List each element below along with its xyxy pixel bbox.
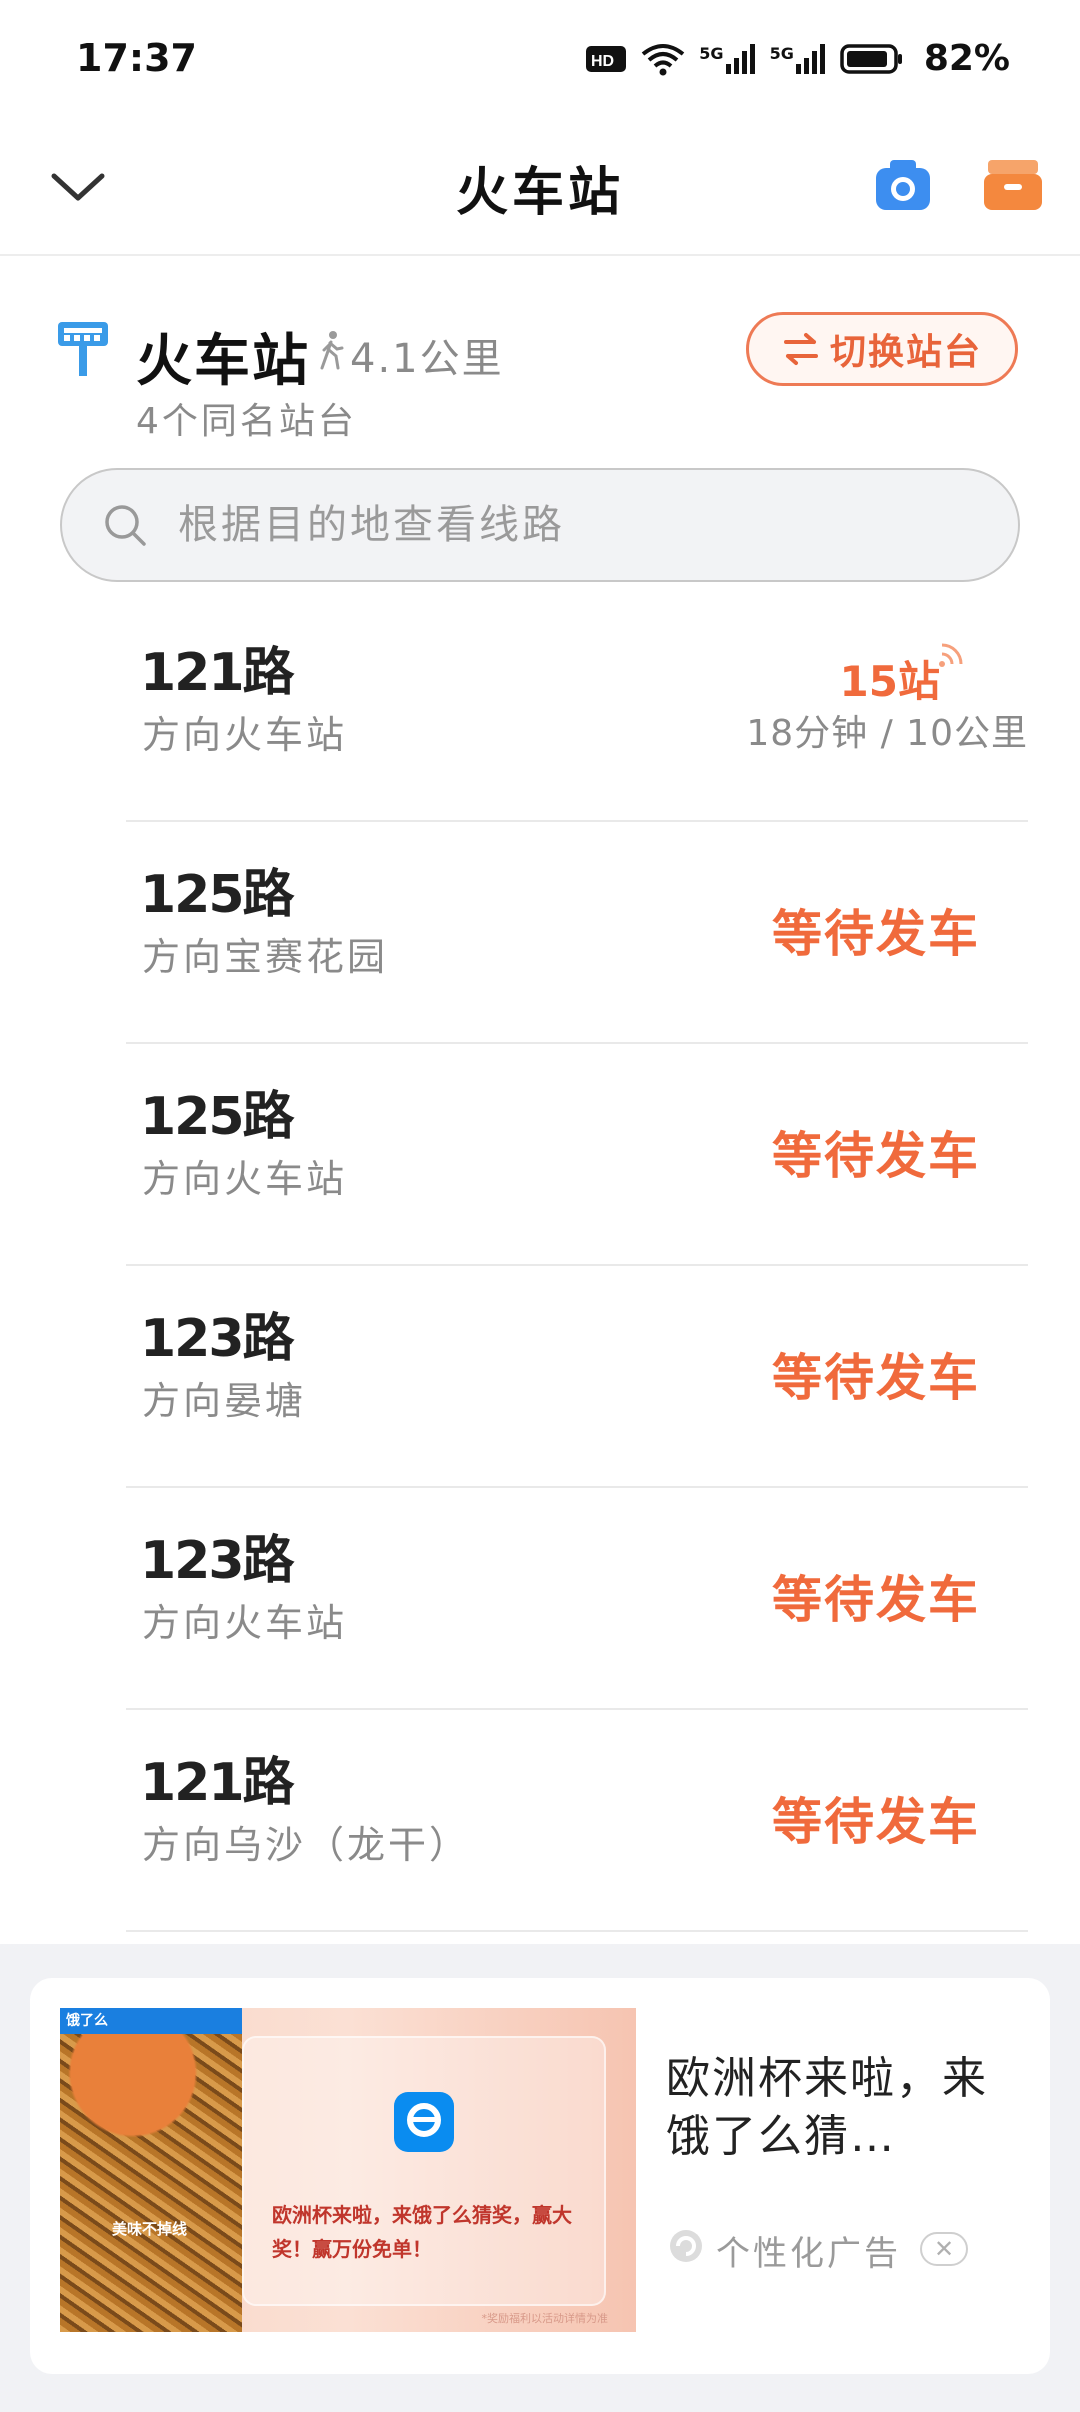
inbox-icon[interactable] [982,154,1044,216]
network-label: 5G [769,43,794,63]
route-row[interactable]: 121路 方向乌沙（龙干） 等待发车 [126,1710,1028,1932]
station-platform-count: 4个同名站台 [136,401,357,442]
route-row[interactable]: 121路 方向火车站 15站 18分钟 / 10公里 [126,600,1028,822]
walk-icon [320,331,344,370]
station-name: 火车站 [136,329,310,394]
route-name: 121路 [140,643,295,703]
signal-bars-icon [725,43,755,74]
app-logo-icon [394,2092,454,2152]
wifi-icon [642,43,685,75]
bus-stop-icon [58,322,108,376]
route-direction: 方向晏塘 [142,1379,307,1423]
hd-icon: HD [586,45,627,72]
ad-fineprint: *奖励福利以活动详情为准 [481,2312,609,2325]
ad-card[interactable]: 饿了么 美味不掉线 欧洲杯来啦，来饿了么猜奖，赢大奖！赢万份免单！ *奖励福利以… [30,1978,1050,2374]
camera-icon[interactable] [872,154,934,216]
ad-label: 个性化广告 [716,2234,901,2274]
route-search[interactable] [60,468,1020,582]
ad-image[interactable]: 饿了么 美味不掉线 欧洲杯来啦，来饿了么猜奖，赢大奖！赢万份免单！ *奖励福利以… [60,2008,636,2332]
signal-bars-icon [795,43,825,74]
status-time: 17:37 [76,36,197,80]
ad-promo-text: 欧洲杯来啦，来饿了么猜奖，赢大奖！赢万份免单！ [272,2203,572,2261]
search-icon [105,505,146,546]
swap-icon [783,333,818,365]
battery-percent: 82% [923,38,1010,79]
route-status: 等待发车 [772,1349,980,1407]
route-name: 125路 [140,1087,295,1147]
route-row[interactable]: 123路 方向火车站 等待发车 [126,1488,1028,1710]
close-icon: ✕ [933,2235,955,2263]
station-info: 火车站 4.1公里 4个同名站台 切换站台 [0,256,1080,616]
route-name: 125路 [140,865,295,925]
route-arrival: 15站 [839,643,966,709]
network-label: 5G [699,43,724,63]
svg-text:HD: HD [591,53,614,70]
route-row[interactable]: 125路 方向火车站 等待发车 [126,1044,1028,1266]
ad-brand-logo: 饿了么 [60,2008,242,2034]
signal-1: 5G [699,43,755,74]
route-row[interactable]: 125路 方向宝赛花园 等待发车 [126,822,1028,1044]
route-name: 123路 [140,1531,295,1591]
station-distance: 4.1公里 [350,336,504,382]
header: 火车站 [0,120,1080,256]
route-row[interactable]: 123路 方向晏塘 等待发车 [126,1266,1028,1488]
signal-2: 5G [769,43,826,74]
ad-close-button[interactable]: ✕ [920,2232,968,2266]
route-direction: 方向宝赛花园 [142,935,389,979]
switch-platform-button[interactable]: 切换站台 [746,312,1018,386]
switch-platform-label: 切换站台 [829,332,982,373]
route-name: 123路 [140,1309,295,1369]
route-stops-away: 15站 [839,657,940,706]
realtime-signal-icon [939,643,963,667]
route-eta: 18分钟 / 10公里 [746,713,1028,754]
route-direction: 方向火车站 [142,713,348,757]
status-icons: HD 5G 5G 82% [585,38,1010,79]
battery-icon [840,43,902,74]
ad-image-caption: 美味不掉线 [112,2220,188,2238]
ad-food-photo [60,2008,242,2332]
route-name: 121路 [140,1753,295,1813]
ad-promo-panel: 欧洲杯来啦，来饿了么猜奖，赢大奖！赢万份免单！ [242,2036,606,2306]
route-direction: 方向火车站 [142,1157,348,1201]
route-status: 等待发车 [772,1571,980,1629]
ad-title[interactable]: 欧洲杯来啦，来饿了么猜… [666,2050,1006,2166]
route-status: 等待发车 [772,905,980,963]
ad-area: 饿了么 美味不掉线 欧洲杯来啦，来饿了么猜奖，赢大奖！赢万份免单！ *奖励福利以… [0,1944,1080,2412]
route-direction: 方向乌沙（龙干） [142,1823,471,1867]
route-direction: 方向火车站 [142,1601,348,1645]
route-list: 121路 方向火车站 15站 18分钟 / 10公里 125路 方向宝赛花园 等… [0,600,1080,1932]
route-status: 等待发车 [772,1127,980,1185]
status-bar: 17:37 HD 5G 5G 82% [0,0,1080,120]
ad-brand-icon [670,2230,702,2262]
search-input[interactable] [176,501,936,549]
route-status: 等待发车 [772,1793,980,1851]
